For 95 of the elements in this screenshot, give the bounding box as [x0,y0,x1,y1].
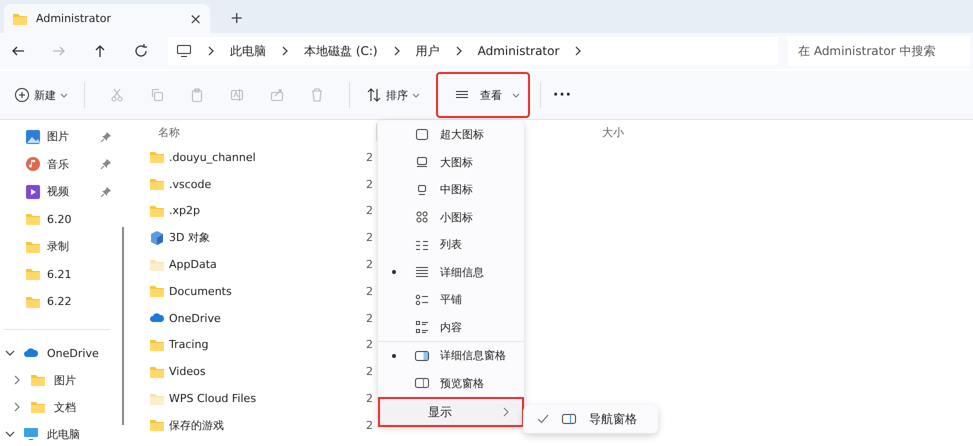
breadcrumb[interactable]: 用户 [416,42,440,60]
chevron-right-icon [392,45,402,57]
date-cell: 2 [366,365,373,378]
file-row[interactable]: Documents [140,283,366,300]
folder-icon [30,399,46,415]
monitor-icon [176,43,192,59]
date-cell: 2 [366,338,373,352]
column-header[interactable]: 名称 [140,124,376,140]
chevron-right-icon [206,45,216,57]
cube-icon [149,230,165,246]
menu-item[interactable]: 中图标 [378,176,524,204]
file-row[interactable]: Tracing [140,336,366,353]
caret-icon [512,92,520,98]
folder-icon [149,149,165,166]
file-row[interactable]: 3D 对象 [140,230,366,246]
date-cell: 2 [366,284,373,298]
refresh-icon[interactable] [133,43,149,59]
monitor-icon [23,426,39,442]
folder-icon [149,283,165,300]
breadcrumb[interactable]: 本地磁盘 (C:) [304,42,378,60]
sidebar-item[interactable]: 6.22 [0,288,118,316]
menu-item[interactable]: 显示 [380,399,522,425]
folder-icon [30,372,46,388]
folder-icon [149,176,165,192]
menu-item[interactable]: 预览窗格 [378,370,524,397]
chevron-right-icon [573,45,584,57]
chevron-right-icon[interactable] [12,402,22,412]
tree-item[interactable]: 此电脑 [0,420,118,446]
grid-icon [414,209,430,226]
chevron-right-icon [454,45,464,57]
folder-icon [25,266,41,282]
date-cell: 2 [366,392,373,406]
chevron-right-icon [502,407,510,417]
date-cell: 2 [366,312,373,325]
window-tab[interactable]: Administrator × [4,4,210,33]
content-icon [414,319,430,336]
music-icon [25,156,41,172]
menu-item[interactable]: 导航窗格 [523,405,658,433]
chevron-down-icon[interactable] [5,348,15,358]
sidebar-item[interactable]: 录制 [0,233,118,260]
menu-item[interactable]: 平铺 [378,286,524,314]
video-icon [25,184,41,200]
breadcrumb[interactable]: 此电脑 [230,42,266,60]
sidebar-item[interactable]: 图片 [0,123,118,150]
menu-item[interactable]: 列表 [378,231,524,258]
file-row[interactable]: OneDrive [140,310,366,326]
breadcrumb[interactable]: Administrator [478,44,560,58]
date-cell: 2 [366,204,373,218]
date-cell: 2 [366,150,373,164]
file-row[interactable]: .douyu_channel [140,149,366,166]
chevron-right-icon [280,45,290,57]
file-row[interactable]: 保存的游戏 [140,417,366,434]
chevron-down-icon[interactable] [5,429,15,439]
caret-icon [60,92,68,98]
picture-icon [25,128,41,145]
file-row[interactable]: Videos [140,364,366,380]
date-cell: 2 [366,418,373,432]
folder-icon [149,417,165,434]
menu-item[interactable]: 内容 [378,314,524,341]
tree-item[interactable]: 文档 [0,394,118,420]
sidebar-item[interactable]: 6.20 [0,206,118,233]
sort-arrows-icon [366,87,382,103]
pane-icon [561,411,577,427]
menu-item[interactable]: 超大图标 [378,121,524,148]
monitor-icon [414,126,430,143]
menu-item[interactable]: 详细信息窗格 [378,342,524,370]
sort-button[interactable]: 排序 [362,80,424,110]
sidebar-item[interactable]: 视频 [0,178,118,206]
view-button[interactable]: 查看 [438,74,528,116]
folder-icon [25,211,41,228]
file-row[interactable]: .xp2p [140,202,366,219]
more-button[interactable]: ··· [553,87,572,103]
menu-item[interactable]: 小图标 [378,204,524,231]
tree-item[interactable]: OneDrive [0,340,118,366]
menu-item[interactable]: 大图标 [378,148,524,176]
caret-icon [412,92,420,98]
file-row[interactable]: WPS Cloud Files [140,390,366,407]
date-cell: 2 [366,231,373,244]
tab-title: Administrator [36,12,112,25]
new-button[interactable]: 新建 [10,80,72,110]
date-cell: 2 [366,178,373,191]
date-cell: 2 [366,258,373,272]
menu-item[interactable]: 详细信息 [378,258,524,286]
column-header[interactable]: 大小 [602,124,624,140]
sidebar-item[interactable]: 6.21 [0,260,118,288]
sidebar-item[interactable]: 音乐 [0,150,118,178]
tree-item[interactable]: 图片 [0,366,118,394]
new-tab-button[interactable]: + [230,8,244,27]
close-button[interactable]: × [189,10,202,28]
plus-circle-icon [14,87,30,103]
address-field[interactable]: 此电脑 本地磁盘 (C:) 用户 Administrator [168,37,778,65]
chevron-right-icon[interactable] [12,375,22,385]
search-field[interactable]: 在 Administrator 中搜索 [788,36,970,66]
file-row[interactable]: AppData [140,256,366,273]
file-row[interactable]: .vscode [140,176,366,192]
